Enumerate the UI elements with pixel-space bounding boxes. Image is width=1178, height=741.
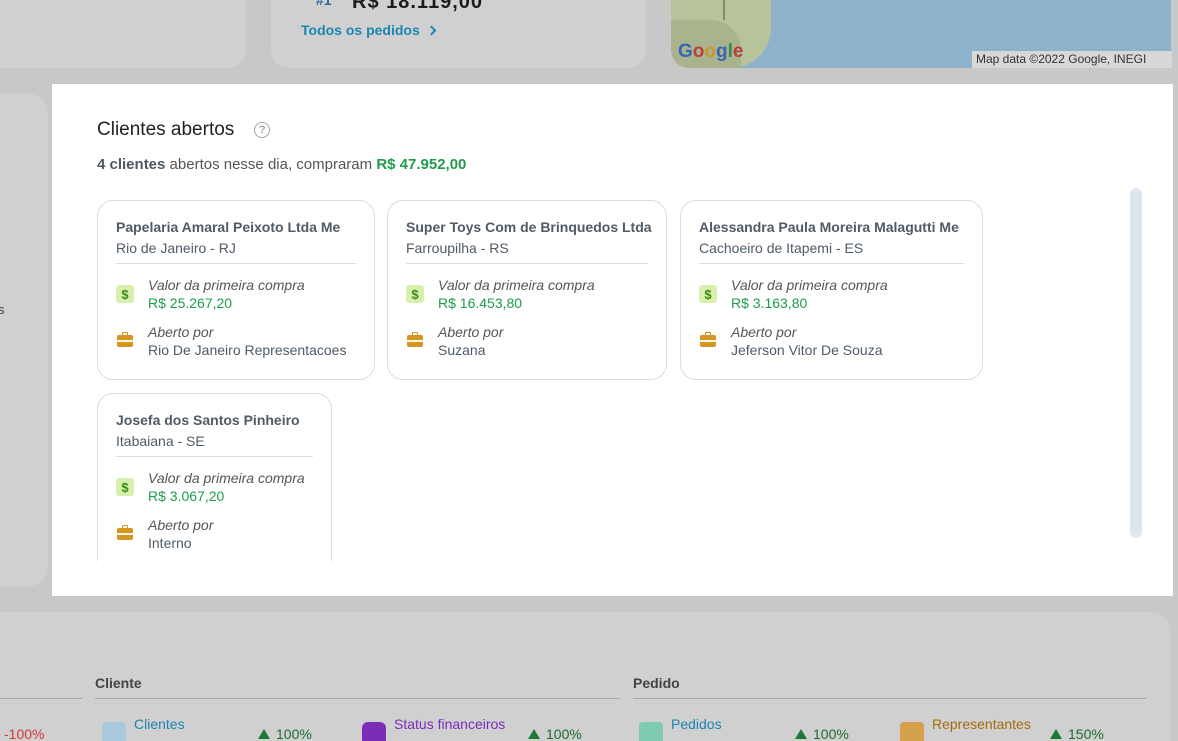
opened-by-value: Interno [148,535,192,551]
client-city: Itabaiana - SE [116,433,205,449]
first-purchase-row: $ Valor da primeira compra R$ 3.067,20 [116,470,313,504]
price-value: R$ 18.119,00 [352,0,483,13]
client-card[interactable]: Papelaria Amaral Peixoto Ltda Me Rio de … [97,200,375,380]
stat-pedidos[interactable]: Pedidos [639,716,722,741]
opened-by-value: Rio De Janeiro Representacoes [148,342,347,358]
first-purchase-label: Valor da primeira compra [148,470,305,486]
finance-status-icon [362,722,386,741]
divider [95,698,620,699]
negative-change: -100% [4,726,45,741]
modal-subtitle: 4 clientes abertos nesse dia, compraram … [97,156,466,173]
user-icon [102,722,126,741]
scrollbar[interactable] [1130,188,1142,538]
first-purchase-value: R$ 3.163,80 [731,295,808,311]
client-card[interactable]: Super Toys Com de Brinquedos Ltda Farrou… [387,200,667,380]
google-logo: Google [678,41,744,62]
opened-by-value: Suzana [438,342,486,358]
arrow-up-icon [528,729,540,739]
modal-title-text: Clientes abertos [97,119,235,140]
opened-by-label: Aberto por [148,324,214,340]
divider [116,456,313,457]
briefcase-icon [900,722,924,741]
first-purchase-value: R$ 16.453,80 [438,295,523,311]
arrow-up-icon [1050,729,1062,739]
opened-by-value: Jeferson Vitor De Souza [731,342,883,358]
client-city: Farroupilha - RS [406,240,509,256]
client-city: Cachoeiro de Itapemi - ES [699,240,864,256]
stat-change: 100% [528,726,582,741]
stat-representantes[interactable]: Representantes [900,716,1031,741]
money-icon: $ [406,285,424,303]
client-card[interactable]: Josefa dos Santos Pinheiro Itabaiana - S… [97,393,332,561]
divider [406,263,648,264]
all-orders-link[interactable]: Todos os pedidos [301,22,437,38]
help-icon[interactable]: ? [254,122,271,138]
modal-title: Clientes abertos ? [97,119,271,141]
first-purchase-row: $ Valor da primeira compra R$ 3.163,80 [699,277,964,311]
first-purchase-row: $ Valor da primeira compra R$ 16.453,80 [406,277,648,311]
arrow-up-icon [795,729,807,739]
arrow-up-icon [258,729,270,739]
stat-label: Representantes [932,716,1031,732]
opened-by-label: Aberto por [438,324,504,340]
money-icon: $ [699,285,717,303]
cart-icon [639,722,663,741]
first-purchase-value: R$ 3.067,20 [148,488,225,504]
rank-label: #1 [316,0,332,8]
client-city: Rio de Janeiro - RJ [116,240,236,256]
section-title-pedido: Pedido [633,675,680,691]
stat-label: Pedidos [671,716,722,732]
client-name: Alessandra Paula Moreira Malagutti Me [699,219,959,235]
client-cards-list[interactable]: Papelaria Amaral Peixoto Ltda Me Rio de … [97,200,1127,561]
side-text: s [0,302,5,317]
subtitle-middle: abertos nesse dia, compraram [169,156,373,173]
stat-change: 100% [258,726,312,741]
first-purchase-label: Valor da primeira compra [438,277,595,293]
opened-by-row: Aberto por Suzana [406,324,648,358]
opened-by-label: Aberto por [148,517,214,533]
stat-status-financeiros[interactable]: Status financeiros [362,716,505,741]
stat-change: 150% [1050,726,1104,741]
opened-by-row: Aberto por Rio De Janeiro Representacoes [116,324,356,358]
section-title-cliente: Cliente [95,675,142,691]
client-card[interactable]: Alessandra Paula Moreira Malagutti Me Ca… [680,200,983,380]
all-orders-label: Todos os pedidos [301,22,420,38]
client-name: Papelaria Amaral Peixoto Ltda Me [116,219,341,235]
opened-by-row: Aberto por Interno [116,517,313,551]
briefcase-icon [116,525,134,543]
money-icon: $ [116,285,134,303]
first-purchase-value: R$ 25.267,20 [148,295,233,311]
first-purchase-label: Valor da primeira compra [731,277,888,293]
total-amount: R$ 47.952,00 [376,156,467,173]
map-road [723,0,725,20]
stat-clientes[interactable]: Clientes [102,716,185,741]
stat-label: Clientes [134,716,185,732]
divider [699,263,964,264]
stat-label: Status financeiros [394,716,506,732]
divider [116,263,356,264]
briefcase-icon [116,332,134,350]
summary-card [0,0,246,68]
first-purchase-row: $ Valor da primeira compra R$ 25.267,20 [116,277,356,311]
client-count: 4 clientes [97,156,166,173]
client-name: Super Toys Com de Brinquedos Ltda [406,219,652,235]
opened-by-label: Aberto por [731,324,797,340]
first-purchase-label: Valor da primeira compra [148,277,305,293]
side-card [0,94,48,586]
divider [0,698,82,699]
divider [633,698,1146,699]
chevron-right-icon [426,25,437,35]
client-name: Josefa dos Santos Pinheiro [116,412,300,428]
map-attribution: Map data ©2022 Google, INEGI [972,51,1172,68]
opened-by-row: Aberto por Jeferson Vitor De Souza [699,324,964,358]
stat-change: 100% [795,726,849,741]
briefcase-icon [406,332,424,350]
money-icon: $ [116,478,134,496]
briefcase-icon [699,332,717,350]
